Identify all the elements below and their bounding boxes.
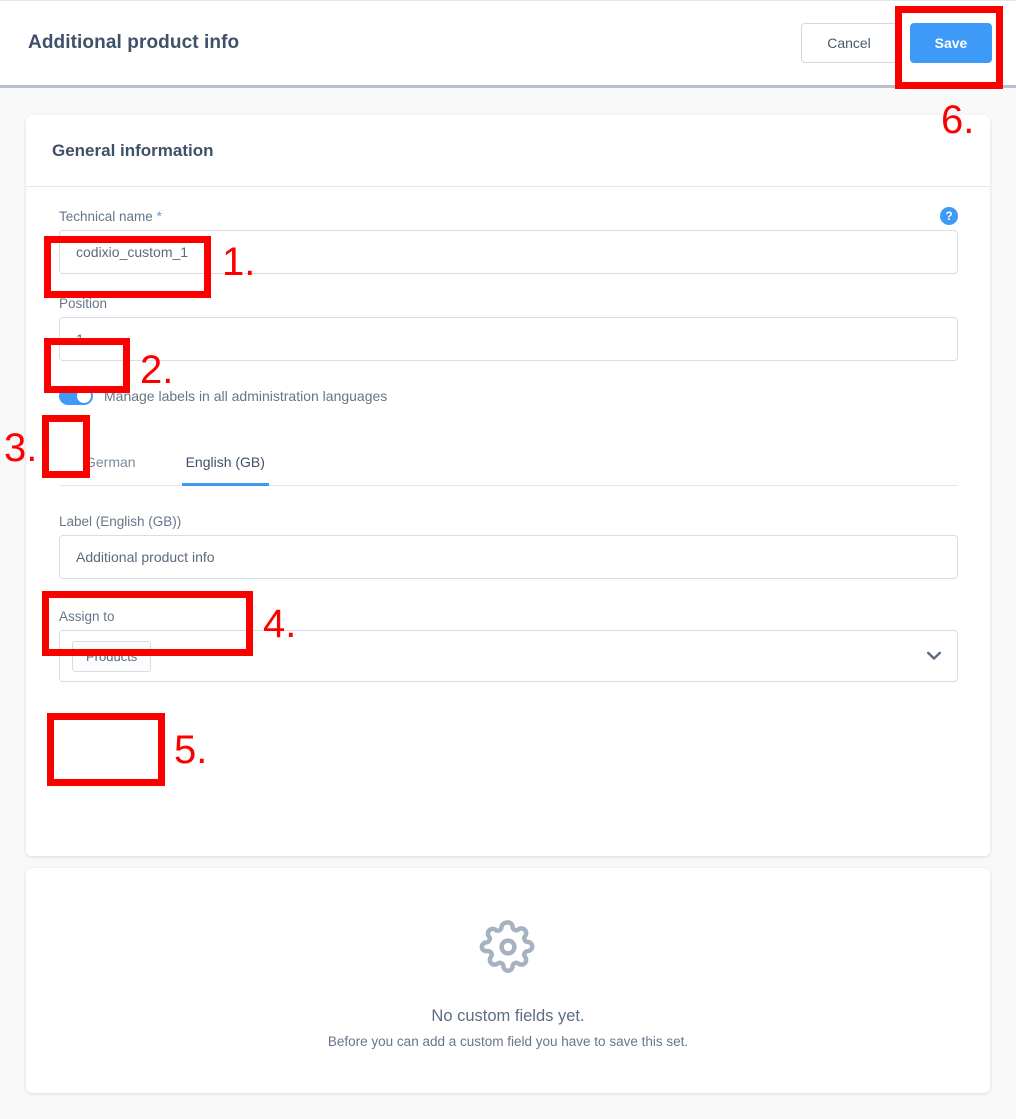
manage-labels-toggle[interactable] bbox=[59, 387, 93, 405]
custom-fields-empty-state: No custom fields yet. Before you can add… bbox=[26, 868, 990, 1093]
position-field: Position 1 bbox=[59, 296, 958, 361]
label-field: Label (English (GB)) Additional product … bbox=[59, 514, 958, 579]
assign-to-chip[interactable]: Products bbox=[72, 640, 152, 672]
position-input[interactable]: 1 bbox=[59, 317, 958, 361]
gear-icon bbox=[477, 916, 539, 983]
label-input[interactable]: Additional product info bbox=[59, 535, 958, 579]
page-title: Additional product info bbox=[28, 32, 240, 53]
tab-english-gb[interactable]: English (GB) bbox=[181, 454, 269, 486]
technical-name-field: Technical name * ? codixio_custom_1 bbox=[59, 207, 958, 274]
header-actions: Cancel Save bbox=[801, 23, 992, 63]
help-icon[interactable]: ? bbox=[940, 207, 958, 225]
technical-name-input[interactable]: codixio_custom_1 bbox=[59, 230, 958, 274]
manage-labels-label: Manage labels in all administration lang… bbox=[104, 388, 388, 404]
general-information-title: General information bbox=[52, 140, 214, 160]
chevron-down-icon[interactable] bbox=[927, 651, 941, 661]
custom-fields-card: No custom fields yet. Before you can add… bbox=[26, 868, 990, 1093]
general-information-card-body: Technical name * ? codixio_custom_1 Posi… bbox=[26, 187, 990, 682]
manage-labels-row: Manage labels in all administration lang… bbox=[59, 387, 958, 405]
position-label: Position bbox=[59, 296, 108, 311]
cancel-button[interactable]: Cancel bbox=[801, 23, 897, 63]
required-asterisk: * bbox=[156, 209, 162, 224]
assign-to-label: Assign to bbox=[59, 609, 115, 624]
content-area: General information Technical name * ? c… bbox=[0, 88, 1016, 1119]
smart-bar: Additional product info Cancel Save bbox=[0, 0, 1016, 88]
custom-fields-empty-title: No custom fields yet. bbox=[431, 1007, 585, 1025]
language-tabs: German English (GB) bbox=[59, 439, 958, 486]
assign-to-field: Assign to Products bbox=[59, 609, 958, 682]
toggle-knob bbox=[77, 389, 91, 403]
custom-fields-empty-subtitle: Before you can add a custom field you ha… bbox=[327, 1034, 689, 1049]
technical-name-label-text: Technical name bbox=[59, 209, 153, 224]
general-information-card: General information Technical name * ? c… bbox=[26, 115, 990, 856]
general-information-card-header: General information bbox=[26, 115, 990, 187]
label-field-label: Label (English (GB)) bbox=[59, 514, 182, 529]
assign-to-select[interactable]: Products bbox=[59, 630, 958, 682]
technical-name-label: Technical name * bbox=[59, 209, 958, 224]
tab-german[interactable]: German bbox=[81, 454, 140, 486]
save-button[interactable]: Save bbox=[910, 23, 992, 63]
